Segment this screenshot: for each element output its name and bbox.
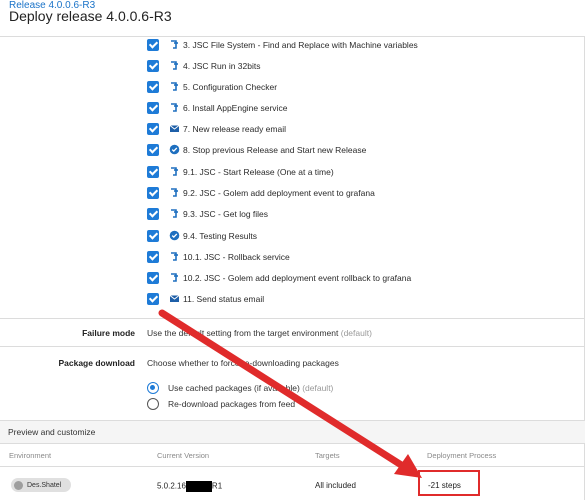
radio-label: Re-download packages from feed: [168, 399, 296, 409]
step-checkbox[interactable]: [147, 229, 159, 242]
email-icon: [168, 123, 180, 135]
email-icon: [168, 293, 180, 305]
radio-label: Use cached packages (if available): [168, 383, 300, 393]
step-checkbox[interactable]: [147, 271, 159, 284]
step-label: 9.3. JSC - Get log files: [183, 208, 269, 219]
script-icon: [168, 208, 180, 220]
radio-default: (default): [302, 383, 334, 393]
environment-chip[interactable]: Des.Shatel: [11, 478, 72, 492]
current-version: 5.0.2.16 R1: [157, 481, 222, 492]
step-checkbox[interactable]: [147, 165, 159, 178]
step-row[interactable]: 8. Stop previous Release and Start new R…: [147, 139, 567, 160]
step-row[interactable]: 3. JSC File System - Find and Replace wi…: [147, 34, 567, 55]
version-prefix: 5.0.2.16: [157, 481, 186, 491]
script-icon: [168, 251, 180, 263]
script-icon: [168, 60, 180, 72]
step-checkbox[interactable]: [147, 80, 159, 93]
column-header-environment: Environment: [9, 451, 52, 460]
column-header-process: Deployment Process: [427, 451, 497, 460]
divider: [0, 346, 585, 347]
radio-button[interactable]: [147, 398, 159, 410]
step-label: 9.4. Testing Results: [183, 230, 258, 241]
environment-name: Des.Shatel: [27, 481, 62, 489]
radio-use-cached[interactable]: Use cached packages (if available) (defa…: [147, 382, 333, 394]
step-checkbox[interactable]: [147, 207, 159, 220]
column-header-targets: Targets: [315, 451, 340, 460]
step-label: 7. New release ready email: [183, 123, 286, 134]
script-icon: [168, 102, 180, 114]
package-download-label: Package download: [58, 358, 135, 368]
step-checkbox[interactable]: [147, 101, 159, 114]
script-icon: [168, 166, 180, 178]
script-icon: [168, 187, 180, 199]
failure-mode-label: Failure mode: [82, 328, 135, 338]
step-row[interactable]: 5. Configuration Checker: [147, 76, 567, 97]
targets-value[interactable]: All included: [315, 481, 356, 490]
step-label: 6. Install AppEngine service: [183, 102, 288, 113]
step-checkbox[interactable]: [147, 38, 159, 51]
failure-mode-text: Use the default setting from the target …: [147, 328, 339, 338]
step-label: 8. Stop previous Release and Start new R…: [183, 144, 367, 155]
redaction-block: [185, 481, 212, 492]
step-label: 5. Configuration Checker: [183, 81, 278, 92]
step-row[interactable]: 9.1. JSC - Start Release (One at a time): [147, 161, 567, 182]
step-row[interactable]: 10.1. JSC - Rollback service: [147, 246, 567, 267]
step-row[interactable]: 9.4. Testing Results: [147, 225, 567, 246]
step-label: 10.1. JSC - Rollback service: [183, 251, 290, 262]
step-checkbox[interactable]: [147, 59, 159, 72]
failure-mode-value: Use the default setting from the target …: [147, 328, 372, 338]
script-icon: [168, 272, 180, 284]
step-checkbox[interactable]: [147, 292, 159, 305]
environment-avatar: [14, 480, 23, 490]
step-checkbox[interactable]: [147, 250, 159, 263]
step-checkbox[interactable]: [147, 122, 159, 135]
step-label: 11. Send status email: [183, 293, 265, 304]
step-row[interactable]: 11. Send status email: [147, 288, 567, 309]
page-header: Release 4.0.0.6-R3 Deploy release 4.0.0.…: [0, 0, 585, 37]
script-icon: [168, 81, 180, 93]
check-circle-icon: [168, 144, 180, 156]
step-checkbox[interactable]: [147, 143, 159, 156]
divider: [0, 318, 585, 319]
preview-section-header: Preview and customize: [0, 420, 585, 444]
check-circle-icon: [168, 230, 180, 242]
failure-mode-default: (default): [340, 328, 372, 338]
step-row[interactable]: 7. New release ready email: [147, 118, 567, 139]
radio-button[interactable]: [147, 382, 159, 394]
step-row[interactable]: 10.2. JSC - Golem add deployment event r…: [147, 267, 567, 288]
step-label: 10.2. JSC - Golem add deployment event r…: [183, 272, 412, 283]
annotation-highlight-box: [418, 470, 480, 496]
column-header-version: Current Version: [157, 451, 210, 460]
step-label: 9.1. JSC - Start Release (One at a time): [183, 166, 334, 177]
step-checkbox[interactable]: [147, 186, 159, 199]
step-row[interactable]: 6. Install AppEngine service: [147, 97, 567, 118]
step-label: 9.2. JSC - Golem add deployment event to…: [183, 187, 375, 198]
version-suffix: R1: [211, 481, 223, 491]
step-label: 4. JSC Run in 32bits: [183, 60, 261, 71]
step-row[interactable]: 9.2. JSC - Golem add deployment event to…: [147, 182, 567, 203]
package-download-description: Choose whether to force re-downloading p…: [147, 358, 339, 368]
page-title: Deploy release 4.0.0.6-R3: [9, 8, 172, 24]
script-icon: [168, 39, 180, 51]
step-row[interactable]: 9.3. JSC - Get log files: [147, 203, 567, 224]
section-title: Preview and customize: [8, 427, 96, 437]
step-row[interactable]: 4. JSC Run in 32bits: [147, 55, 567, 76]
divider: [0, 466, 585, 467]
step-label: 3. JSC File System - Find and Replace wi…: [183, 39, 418, 50]
radio-redownload[interactable]: Re-download packages from feed: [147, 398, 295, 410]
